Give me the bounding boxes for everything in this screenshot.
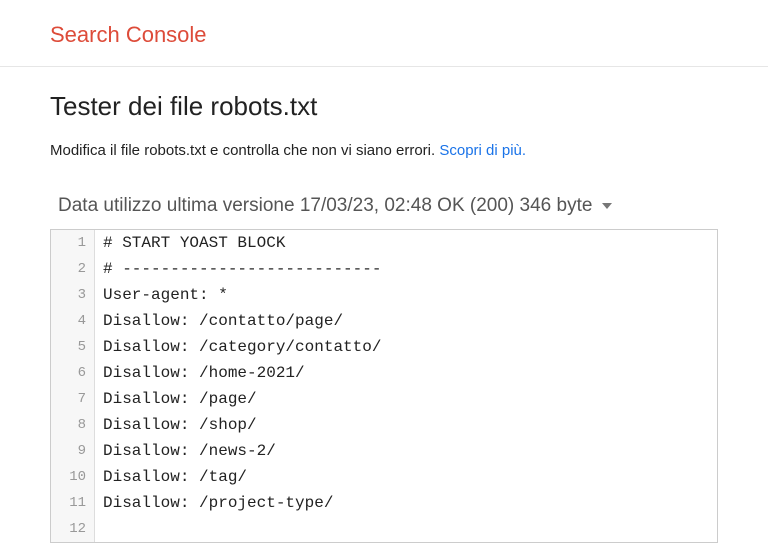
line-number: 9 [51, 438, 95, 464]
editor-line[interactable]: 3User-agent: * [51, 282, 717, 308]
editor-line[interactable]: 1# START YOAST BLOCK [51, 230, 717, 256]
line-number: 10 [51, 464, 95, 490]
line-content[interactable]: Disallow: /shop/ [95, 412, 257, 438]
editor-line[interactable]: 11Disallow: /project-type/ [51, 490, 717, 516]
page-title: Tester dei file robots.txt [50, 91, 718, 122]
status-text: Data utilizzo ultima versione 17/03/23, … [58, 195, 592, 217]
line-content[interactable] [95, 516, 103, 542]
line-content[interactable]: # START YOAST BLOCK [95, 230, 285, 256]
line-content[interactable]: Disallow: /project-type/ [95, 490, 333, 516]
editor-line[interactable]: 4Disallow: /contatto/page/ [51, 308, 717, 334]
line-number: 1 [51, 230, 95, 256]
editor-line[interactable]: 8Disallow: /shop/ [51, 412, 717, 438]
line-number: 4 [51, 308, 95, 334]
line-number: 7 [51, 386, 95, 412]
line-content[interactable]: Disallow: /contatto/page/ [95, 308, 343, 334]
line-content[interactable]: Disallow: /category/contatto/ [95, 334, 381, 360]
line-number: 2 [51, 256, 95, 282]
line-content[interactable]: # --------------------------- [95, 256, 381, 282]
line-number: 12 [51, 516, 95, 542]
editor-line[interactable]: 12 [51, 516, 717, 542]
main-content: Tester dei file robots.txt Modifica il f… [0, 67, 768, 543]
editor-line[interactable]: 2# --------------------------- [51, 256, 717, 282]
app-title: Search Console [50, 22, 207, 47]
line-number: 8 [51, 412, 95, 438]
editor-line[interactable]: 5Disallow: /category/contatto/ [51, 334, 717, 360]
editor-line[interactable]: 6Disallow: /home-2021/ [51, 360, 717, 386]
learn-more-link[interactable]: Scopri di più. [439, 142, 526, 159]
page-subtitle: Modifica il file robots.txt e controlla … [50, 142, 718, 159]
line-content[interactable]: Disallow: /tag/ [95, 464, 247, 490]
line-number: 3 [51, 282, 95, 308]
line-number: 6 [51, 360, 95, 386]
line-number: 5 [51, 334, 95, 360]
chevron-down-icon [602, 203, 612, 209]
subtitle-text: Modifica il file robots.txt e controlla … [50, 142, 439, 159]
line-content[interactable]: Disallow: /page/ [95, 386, 257, 412]
line-content[interactable]: Disallow: /home-2021/ [95, 360, 305, 386]
line-number: 11 [51, 490, 95, 516]
editor-line[interactable]: 7Disallow: /page/ [51, 386, 717, 412]
line-content[interactable]: User-agent: * [95, 282, 228, 308]
editor-line[interactable]: 9Disallow: /news-2/ [51, 438, 717, 464]
editor-line[interactable]: 10Disallow: /tag/ [51, 464, 717, 490]
robots-editor[interactable]: 1# START YOAST BLOCK2# -----------------… [50, 229, 718, 543]
line-content[interactable]: Disallow: /news-2/ [95, 438, 276, 464]
app-header: Search Console [0, 0, 768, 67]
version-status-dropdown[interactable]: Data utilizzo ultima versione 17/03/23, … [50, 189, 718, 229]
